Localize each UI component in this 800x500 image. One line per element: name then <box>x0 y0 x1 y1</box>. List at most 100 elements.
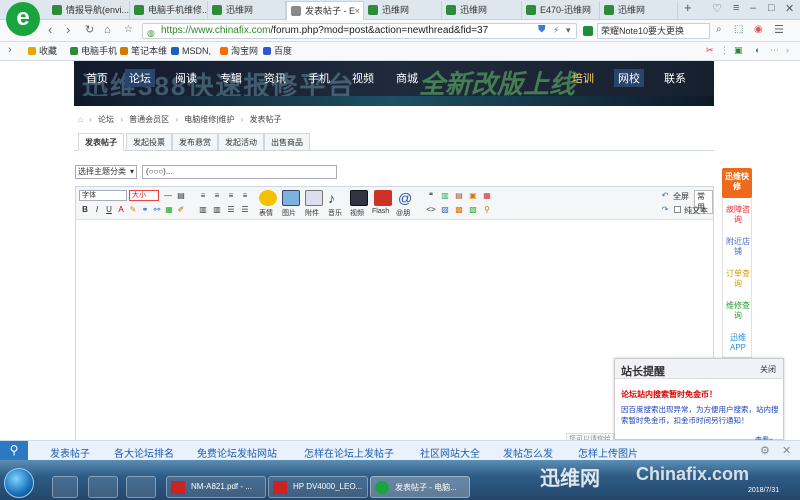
clear-format-icon[interactable]: ✐ <box>176 205 186 215</box>
topic-category-select[interactable]: 选择主题分类 ▾ <box>75 165 137 179</box>
related-link[interactable]: 怎样在论坛上发帖子 <box>304 445 394 460</box>
tab-reward[interactable]: 发布悬赏 <box>172 133 218 151</box>
related-link[interactable]: 免费论坛发帖网站 <box>197 445 277 460</box>
font-color-icon[interactable]: A <box>116 205 126 215</box>
italic-icon[interactable]: I <box>92 205 102 215</box>
password-icon[interactable]: ▣ <box>468 191 478 201</box>
search-icon[interactable]: ⌕ <box>716 23 722 37</box>
tab-poll[interactable]: 发起投票 <box>126 133 172 151</box>
nav-video[interactable]: 视频 <box>352 70 374 86</box>
music-icon[interactable]: ♪ <box>328 190 346 206</box>
bookmark-more-icon[interactable]: › <box>786 45 789 55</box>
breadcrumb-item[interactable]: 论坛 <box>98 115 114 124</box>
skin-icon[interactable]: ♡ <box>712 2 722 15</box>
font-family-select[interactable]: 字体 <box>79 190 127 201</box>
float-item-shops[interactable]: 附近店铺 <box>723 237 753 257</box>
download-icon[interactable]: ▨ <box>440 205 450 215</box>
forward-icon[interactable]: › <box>66 23 70 37</box>
search-input[interactable]: 荣耀Note10要大更换 <box>597 23 710 39</box>
url-input[interactable]: ◍ https://www.chinafix.com/forum.php?mod… <box>142 23 577 39</box>
safe-icon[interactable]: ◐ <box>755 45 760 55</box>
image-icon[interactable] <box>282 190 300 206</box>
mention-icon[interactable]: @ <box>398 190 416 206</box>
float-item-repair[interactable]: 维修查询 <box>723 301 753 321</box>
browser-tab[interactable]: 迅维网 <box>600 1 678 20</box>
align-justify-icon[interactable]: ≡ <box>240 191 250 201</box>
start-button-icon[interactable] <box>4 468 34 498</box>
app-icon[interactable]: ▣ <box>734 45 743 56</box>
browser-logo-icon[interactable]: e <box>6 2 40 36</box>
taskbar-app-icon[interactable] <box>126 476 156 498</box>
nav-home[interactable]: 首页 <box>86 70 108 86</box>
ordered-list-icon[interactable]: ☰ <box>226 205 236 215</box>
nav-school[interactable]: 网校 <box>614 69 644 87</box>
bookmark-item[interactable]: 百度 <box>263 45 292 57</box>
back-icon[interactable]: ‹ <box>48 23 52 37</box>
float-nav-head[interactable]: 迅维快修 <box>722 168 752 198</box>
float-item-orders[interactable]: 订单查询 <box>723 269 753 289</box>
float-item-app[interactable]: 迅维APP <box>723 333 753 353</box>
tab-close-icon[interactable]: × <box>355 2 360 20</box>
attach-img-icon[interactable]: ▧ <box>468 205 478 215</box>
table-icon[interactable]: ▤ <box>176 191 186 201</box>
breadcrumb-item[interactable]: 电脑维修|维护 <box>184 115 234 124</box>
bars-icon[interactable]: ⋮ <box>720 45 729 56</box>
home-icon[interactable]: ⌂ <box>104 23 111 37</box>
user-icon[interactable]: ◉ <box>754 23 763 37</box>
notice-close-button[interactable]: 关闭 <box>760 364 776 375</box>
bookmark-item[interactable]: MSDN, <box>171 45 211 57</box>
highlight-icon[interactable]: ✎ <box>128 205 138 215</box>
nav-mobile[interactable]: 手机 <box>308 70 330 86</box>
compat-mode-icon[interactable]: ⚡ <box>553 23 559 37</box>
home-icon[interactable]: ⌂ <box>78 115 83 124</box>
code-icon[interactable]: <> <box>426 205 436 215</box>
nav-contact[interactable]: 联系 <box>664 70 686 86</box>
more-icon[interactable]: ⋯ <box>770 45 779 56</box>
undo-icon[interactable]: ↶ <box>660 191 670 201</box>
related-link[interactable]: 怎样上传图片 <box>578 445 638 460</box>
redo-icon[interactable]: ↷ <box>660 205 670 215</box>
bookmark-item[interactable]: 收藏 <box>28 45 57 57</box>
related-link[interactable]: 社区网站大全 <box>420 445 480 460</box>
browser-tab[interactable]: E470-迅维网 <box>522 1 600 20</box>
nav-shop[interactable]: 商城 <box>396 70 418 86</box>
bookmark-item[interactable]: 淘宝网 <box>220 45 258 57</box>
browser-tab[interactable]: 情报导航(envi... <box>48 1 130 20</box>
screenshot-icon[interactable]: ✂ <box>706 45 714 56</box>
taskbar-show-desktop-icon[interactable] <box>52 476 78 498</box>
float-right-icon[interactable]: ▥ <box>212 205 222 215</box>
breadcrumb-item[interactable]: 普通会员区 <box>129 115 169 124</box>
puzzle-icon[interactable]: ⬚ <box>734 23 743 37</box>
browser-tab-active[interactable]: 发表帖子 - E × <box>286 1 364 20</box>
settings-menu-icon[interactable]: ☰ <box>774 23 784 37</box>
nav-album[interactable]: 专辑 <box>220 70 242 86</box>
menu-icon[interactable]: ≡ <box>733 2 739 14</box>
shield-icon[interactable]: ⛊ <box>538 23 546 37</box>
divider-icon[interactable]: — <box>163 191 173 201</box>
new-tab-button[interactable]: + <box>684 0 692 15</box>
nav-read[interactable]: 阅读 <box>175 70 197 86</box>
dropdown-icon[interactable]: ▾ <box>566 23 571 37</box>
hide-icon[interactable]: ▥ <box>440 191 450 201</box>
font-size-select[interactable]: 大小 <box>129 190 159 201</box>
engine-icon[interactable] <box>583 26 593 36</box>
link-icon[interactable]: ⚭ <box>140 205 150 215</box>
video-icon[interactable] <box>350 190 368 206</box>
browser-tab[interactable]: 迅维网 <box>364 1 442 20</box>
sidebar-toggle-icon[interactable]: › <box>8 43 12 57</box>
align-center-icon[interactable]: ≡ <box>212 191 222 201</box>
flash-icon[interactable] <box>374 190 392 206</box>
browser-tab[interactable]: 电脑手机维修... <box>130 1 208 20</box>
tab-new-thread[interactable]: 发表帖子 <box>78 133 124 151</box>
taskbar-item-browser[interactable]: 发表帖子 - 电脑... <box>370 476 470 498</box>
nav-news[interactable]: 资讯 <box>264 70 286 86</box>
float-item-consult[interactable]: 故障咨询 <box>723 205 753 225</box>
underline-icon[interactable]: U <box>104 205 114 215</box>
emoticon-icon[interactable] <box>259 190 277 206</box>
taskbar-item-pdf1[interactable]: NM-A821.pdf - ... <box>166 476 266 498</box>
bold-icon[interactable]: B <box>80 205 90 215</box>
maximize-icon[interactable]: □ <box>768 2 775 14</box>
taskbar-item-pdf2[interactable]: HP DV4000_LEO... <box>268 476 368 498</box>
sale-icon[interactable]: ▩ <box>454 205 464 215</box>
attachment-icon[interactable] <box>305 190 323 206</box>
